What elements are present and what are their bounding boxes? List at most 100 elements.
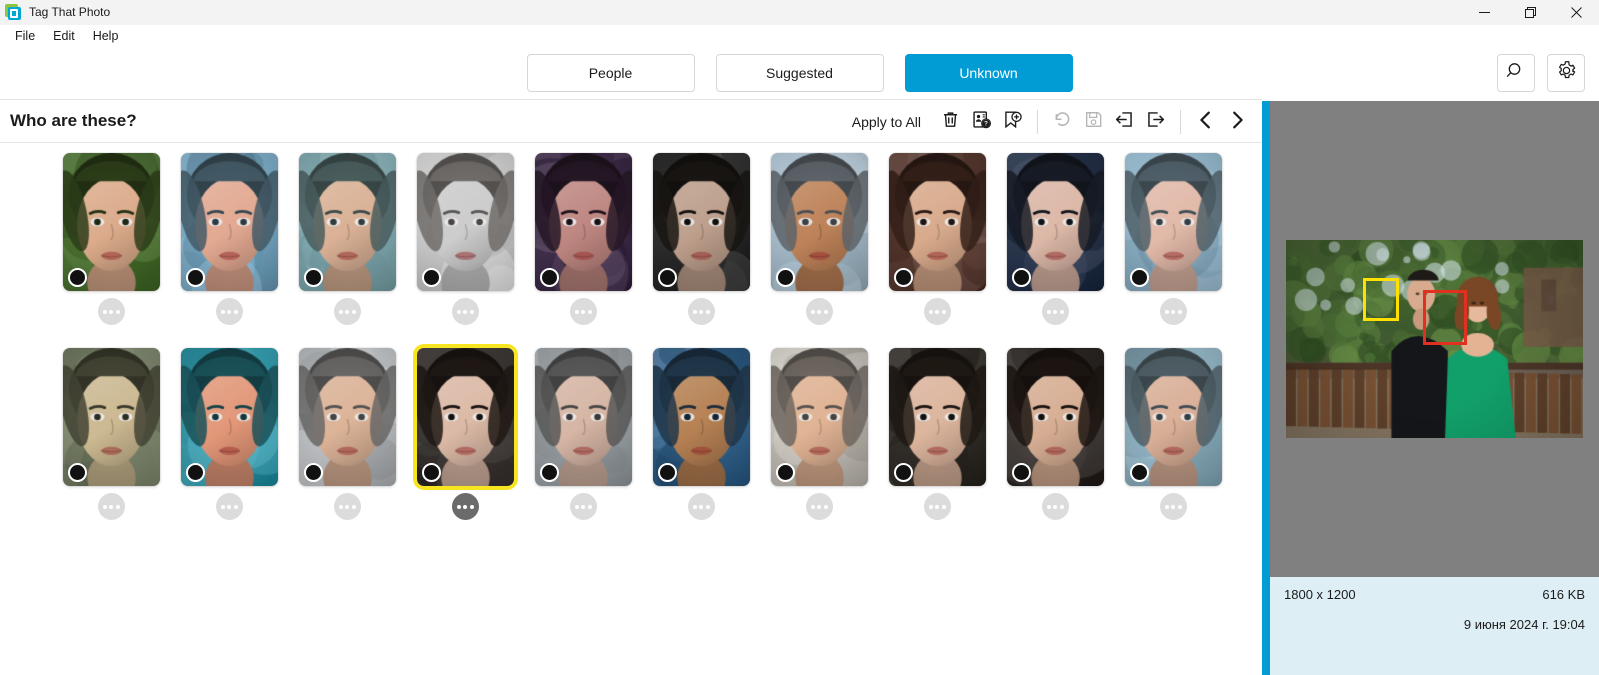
menu-item-edit[interactable]: Edit (44, 27, 84, 45)
identify-person-button[interactable]: ? (966, 106, 997, 138)
import-button[interactable] (1109, 106, 1140, 138)
tab-unknown[interactable]: Unknown (904, 54, 1073, 92)
previous-button[interactable] (1190, 106, 1221, 138)
face-status-badge[interactable] (775, 463, 795, 482)
face-status-badge[interactable] (1129, 463, 1149, 482)
maximize-restore-button[interactable] (1507, 0, 1553, 25)
face-thumbnail[interactable] (62, 153, 160, 291)
face-status-badge[interactable] (775, 268, 795, 287)
tab-suggested[interactable]: Suggested (715, 54, 884, 92)
face-thumbnail[interactable] (298, 348, 396, 486)
face-cell (1114, 348, 1232, 520)
face-status-badge[interactable] (1129, 268, 1149, 287)
face-status-badge[interactable] (657, 463, 677, 482)
settings-button[interactable] (1547, 54, 1585, 92)
face-options-menu-button[interactable] (687, 298, 715, 325)
next-button[interactable] (1221, 106, 1252, 138)
face-options-menu-button[interactable] (1041, 298, 1069, 325)
face-thumbnail[interactable] (770, 153, 868, 291)
preview-image-area[interactable] (1270, 101, 1599, 577)
face-options-menu-button[interactable] (451, 298, 479, 325)
face-status-badge[interactable] (185, 268, 205, 287)
face-thumbnail[interactable] (1124, 348, 1222, 486)
sub-header: Who are these? Apply to All ? (0, 99, 1262, 143)
face-options-menu-button[interactable] (1159, 298, 1187, 325)
face-thumbnail[interactable] (888, 348, 986, 486)
face-options-menu-button[interactable] (97, 298, 125, 325)
face-options-menu-button[interactable] (215, 493, 243, 520)
menu-item-help[interactable]: Help (84, 27, 128, 45)
face-cell (642, 153, 760, 325)
face-options-menu-button[interactable] (215, 298, 243, 325)
search-button[interactable] (1497, 54, 1535, 92)
face-thumbnail-wrapper (62, 348, 160, 486)
face-thumbnail[interactable] (180, 348, 278, 486)
face-status-badge[interactable] (421, 268, 441, 287)
close-button[interactable] (1553, 0, 1599, 25)
face-cell (524, 348, 642, 520)
face-thumbnail[interactable] (652, 153, 750, 291)
face-thumbnail[interactable] (62, 348, 160, 486)
save-button[interactable] (1078, 106, 1109, 138)
face-status-badge[interactable] (1011, 268, 1031, 287)
face-thumbnail[interactable] (534, 348, 632, 486)
face-status-badge[interactable] (893, 463, 913, 482)
face-options-menu-button[interactable] (333, 298, 361, 325)
tab-people[interactable]: People (526, 54, 695, 92)
face-options-menu-button[interactable] (1159, 493, 1187, 520)
face-status-badge[interactable] (657, 268, 677, 287)
face-status-badge[interactable] (303, 463, 323, 482)
face-thumbnail[interactable] (888, 153, 986, 291)
apply-to-all-button[interactable]: Apply to All (852, 114, 921, 130)
face-thumbnail[interactable] (652, 348, 750, 486)
face-cell (170, 153, 288, 325)
previous-icon (1195, 109, 1217, 136)
undo-button[interactable] (1047, 106, 1078, 138)
face-status-badge[interactable] (67, 268, 87, 287)
face-status-badge[interactable] (303, 268, 323, 287)
face-options-menu-button[interactable] (1041, 493, 1069, 520)
face-status-badge[interactable] (185, 463, 205, 482)
face-thumbnail[interactable] (298, 153, 396, 291)
selected-face-box[interactable] (1363, 277, 1399, 322)
face-thumbnail[interactable] (1006, 348, 1104, 486)
face-thumbnail[interactable] (770, 348, 868, 486)
face-thumbnail-wrapper (770, 153, 868, 291)
menu-item-file[interactable]: File (6, 27, 44, 45)
image-datetime: 9 июня 2024 г. 19:04 (1463, 617, 1585, 632)
face-status-badge[interactable] (67, 463, 87, 482)
face-options-menu-button[interactable] (569, 298, 597, 325)
other-face-box[interactable] (1422, 289, 1468, 345)
face-thumbnail[interactable] (416, 153, 514, 291)
face-options-menu-button[interactable] (687, 493, 715, 520)
face-status-badge[interactable] (1011, 463, 1031, 482)
face-options-menu-button[interactable] (923, 298, 951, 325)
face-thumbnail-selected[interactable] (416, 348, 514, 486)
face-options-menu-button[interactable] (333, 493, 361, 520)
face-cell (996, 348, 1114, 520)
face-options-menu-button[interactable] (451, 493, 479, 520)
face-thumbnail[interactable] (534, 153, 632, 291)
face-status-badge[interactable] (539, 268, 559, 287)
minimize-button[interactable] (1461, 0, 1507, 25)
face-options-menu-button[interactable] (805, 493, 833, 520)
face-status-badge[interactable] (893, 268, 913, 287)
window-controls (1461, 0, 1599, 25)
face-options-menu-button[interactable] (97, 493, 125, 520)
face-options-menu-button[interactable] (805, 298, 833, 325)
face-options-menu-button[interactable] (569, 493, 597, 520)
face-thumbnail[interactable] (180, 153, 278, 291)
face-status-badge[interactable] (421, 463, 441, 482)
face-cell (760, 153, 878, 325)
tab-group: People Suggested Unknown (526, 54, 1073, 92)
delete-button[interactable] (935, 106, 966, 138)
face-cell (288, 348, 406, 520)
preview-photo[interactable] (1286, 240, 1583, 438)
face-options-menu-button[interactable] (923, 493, 951, 520)
export-button[interactable] (1140, 106, 1171, 138)
face-thumbnail[interactable] (1124, 153, 1222, 291)
add-face-tag-button[interactable] (997, 106, 1028, 138)
face-thumbnail[interactable] (1006, 153, 1104, 291)
face-thumbnail-wrapper (180, 153, 278, 291)
face-status-badge[interactable] (539, 463, 559, 482)
